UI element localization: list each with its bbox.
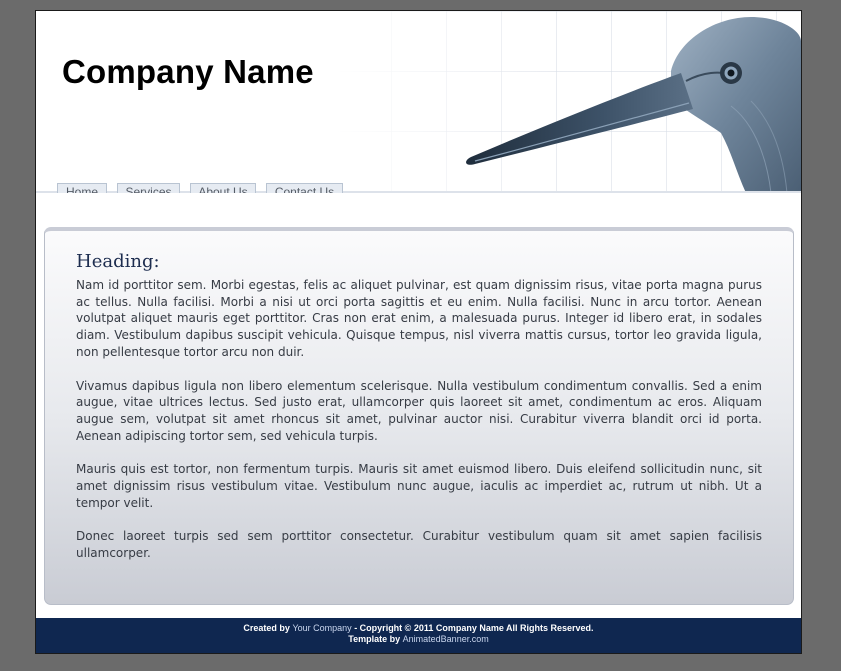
footer-template-line: Template by AnimatedBanner.com (36, 634, 801, 645)
nav-services-button[interactable]: Services (117, 183, 180, 193)
footer-copyright-text: - Copyright © 2011 Company Name All Righ… (354, 623, 594, 633)
site-footer: Created by Your Company - Copyright © 20… (36, 618, 801, 653)
company-name-logo: Company Name (62, 53, 314, 90)
page-container: Company Name Home Services About Us Cont… (35, 10, 802, 654)
nav-home-button[interactable]: Home (57, 183, 107, 193)
paragraph: Mauris quis est tortor, non fermentum tu… (76, 462, 762, 510)
paragraph: Nam id porttitor sem. Morbi egestas, fel… (76, 278, 762, 359)
footer-animatedbanner-link[interactable]: AnimatedBanner.com (403, 634, 489, 644)
footer-your-company-link[interactable]: Your Company (292, 623, 351, 633)
heron-head-image (466, 17, 801, 193)
nav-about-us-button[interactable]: About Us (190, 183, 256, 193)
content-heading: Heading: (76, 251, 160, 272)
footer-template-by: Template by (348, 634, 401, 644)
footer-created-by: Created by (243, 623, 290, 633)
site-header: Company Name Home Services About Us Cont… (36, 11, 801, 193)
nav-contact-us-button[interactable]: Contact Us (266, 183, 343, 193)
paragraph: Vivamus dapibus ligula non libero elemen… (76, 378, 762, 443)
paragraph: Donec laoreet turpis sed sem porttitor c… (76, 529, 762, 561)
article-body: Nam id porttitor sem. Morbi egestas, fel… (76, 277, 762, 579)
footer-copyright-line: Created by Your Company - Copyright © 20… (36, 623, 801, 634)
main-content-box: Heading: Nam id porttitor sem. Morbi ege… (44, 227, 794, 605)
